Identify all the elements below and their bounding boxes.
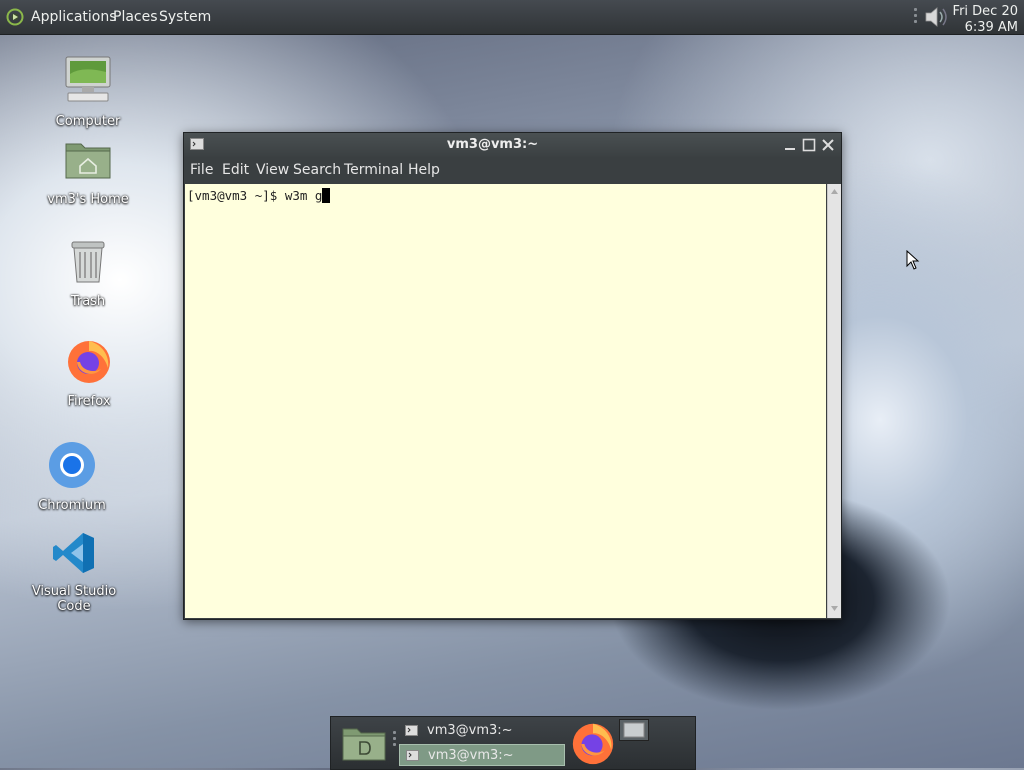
bottom-panel: vm3@vm3:~ vm3@vm3:~: [330, 716, 696, 770]
menu-file[interactable]: File: [190, 162, 213, 178]
computer-icon: [65, 56, 111, 102]
terminal-cursor: [322, 188, 331, 203]
terminal-prompt-line: [vm3@vm3 ~]$ w3m g: [187, 188, 323, 203]
terminal-icon: [406, 750, 419, 761]
desktop-icon-chromium[interactable]: Chromium: [12, 440, 132, 513]
home-folder-icon: [65, 143, 111, 179]
system-menu[interactable]: System: [159, 9, 211, 25]
firefox-icon: [68, 341, 110, 383]
desktop-icon-trash[interactable]: Trash: [28, 238, 148, 309]
panel-handle[interactable]: [914, 8, 918, 26]
desktop-icon-home[interactable]: vm3's Home: [28, 136, 148, 207]
desktop-icon-vscode[interactable]: Visual Studio Code: [14, 530, 134, 614]
desktop-icon-label: Computer: [55, 114, 121, 129]
terminal-menubar: File Edit View Search Terminal Help: [184, 157, 841, 183]
desktop-icon-computer[interactable]: Computer: [28, 54, 148, 129]
applications-menu[interactable]: Applications: [31, 9, 117, 25]
task-label: vm3@vm3:~: [428, 748, 514, 763]
mouse-pointer-icon: [906, 250, 920, 270]
window-titlebar[interactable]: vm3@vm3:~: [184, 133, 841, 157]
desktop-icon-label: Chromium: [38, 498, 106, 513]
terminal-scrollbar[interactable]: [827, 184, 841, 618]
close-icon[interactable]: [819, 136, 837, 154]
menu-terminal[interactable]: Terminal: [344, 162, 403, 178]
menu-view[interactable]: View: [256, 162, 289, 178]
vscode-icon: [53, 533, 94, 573]
maximize-icon[interactable]: [800, 136, 818, 154]
taskbar-terminal-2[interactable]: vm3@vm3:~: [399, 744, 565, 766]
scroll-up-icon[interactable]: [830, 187, 839, 196]
desktop-icon-label: Trash: [70, 294, 106, 309]
chromium-icon: [49, 442, 95, 488]
trash-icon: [71, 241, 105, 283]
top-panel: Applications Places System Fri Dec 20 6:…: [0, 0, 1024, 35]
show-desktop-icon[interactable]: [341, 722, 387, 764]
window-title: vm3@vm3:~: [446, 137, 539, 152]
task-label: vm3@vm3:~: [427, 723, 513, 738]
clock[interactable]: Fri Dec 20 6:39 AM: [948, 4, 1018, 36]
clock-time: 6:39 AM: [964, 20, 1018, 35]
terminal-window[interactable]: vm3@vm3:~ File Edit View Search Terminal…: [183, 132, 842, 620]
terminal-text-area[interactable]: [vm3@vm3 ~]$ w3m g: [185, 184, 826, 618]
clock-date: Fri Dec 20: [952, 4, 1018, 19]
terminal-icon: [405, 725, 418, 736]
minimize-icon[interactable]: [781, 136, 799, 154]
desktop-icon-firefox[interactable]: Firefox: [29, 336, 149, 409]
taskbar-terminal-1[interactable]: vm3@vm3:~: [399, 720, 565, 742]
firefox-launcher-icon[interactable]: [569, 719, 617, 767]
workspace-switcher-icon[interactable]: [619, 719, 649, 741]
menu-help[interactable]: Help: [408, 162, 440, 178]
menu-edit[interactable]: Edit: [222, 162, 249, 178]
applications-menu-icon[interactable]: [6, 8, 24, 26]
desktop-icon-label: Visual Studio Code: [31, 584, 117, 614]
panel-handle[interactable]: [393, 731, 397, 749]
desktop-icon-label: Firefox: [67, 394, 111, 409]
places-menu[interactable]: Places: [113, 9, 158, 25]
desktop-icon-label: vm3's Home: [47, 192, 129, 207]
menu-search[interactable]: Search: [293, 162, 341, 178]
scroll-down-icon[interactable]: [830, 604, 839, 613]
